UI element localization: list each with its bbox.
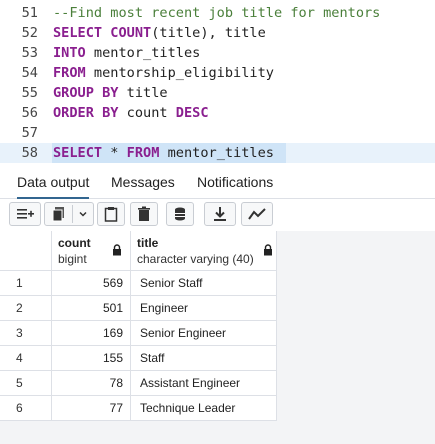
sql-keyword: ORDER BY xyxy=(53,105,127,121)
tab-data-output[interactable]: Data output xyxy=(17,173,90,199)
code-line[interactable]: 54 FROM mentorship_eligibility xyxy=(0,63,435,83)
dropdown-chevron-icon[interactable] xyxy=(78,209,88,219)
sql-keyword: DESC xyxy=(175,105,209,121)
sql-identifier: (title), title xyxy=(151,25,266,41)
table-row[interactable]: 5 78 Assistant Engineer xyxy=(0,371,277,396)
data-toolbar xyxy=(0,199,435,231)
sql-identifier: * xyxy=(110,145,127,161)
delete-icon xyxy=(137,206,151,222)
cell-count[interactable]: 569 xyxy=(52,271,131,295)
sql-keyword: INTO xyxy=(53,45,94,61)
sql-keyword: SELECT xyxy=(53,25,111,41)
data-grid: count bigint title character varying (40… xyxy=(0,231,435,444)
table-row[interactable]: 2 501 Engineer xyxy=(0,296,277,321)
code-text: SELECT COUNT(title), title xyxy=(53,23,266,43)
code-line[interactable]: 57 xyxy=(0,123,435,143)
sql-keyword: COUNT xyxy=(110,25,152,41)
download-button[interactable] xyxy=(204,202,236,226)
code-line[interactable]: 55 GROUP BY title xyxy=(0,83,435,103)
line-number: 56 xyxy=(21,105,38,121)
line-number: 52 xyxy=(21,25,38,41)
delete-button[interactable] xyxy=(130,202,158,226)
code-line[interactable]: 58 SELECT * FROM mentor_titles xyxy=(0,143,435,163)
code-line[interactable]: 52 SELECT COUNT(title), title xyxy=(0,23,435,43)
column-header-title[interactable]: title character varying (40) xyxy=(131,231,277,271)
tab-messages[interactable]: Messages xyxy=(111,173,175,197)
save-data-icon xyxy=(172,206,188,222)
code-text: GROUP BY title xyxy=(53,83,168,103)
cell-title[interactable]: Technique Leader xyxy=(131,396,277,420)
copy-button[interactable] xyxy=(44,202,94,226)
add-row-icon xyxy=(15,206,35,222)
sql-editor[interactable]: 51 --Find most recent job title for mento… xyxy=(0,0,435,166)
sql-comment: --Find most recent job title for mentors xyxy=(53,5,381,21)
sql-identifier: title xyxy=(126,85,168,101)
graph-icon xyxy=(248,207,266,221)
grid-corner-cell[interactable] xyxy=(0,231,52,271)
cell-count[interactable]: 155 xyxy=(52,346,131,370)
cell-count[interactable]: 77 xyxy=(52,396,131,420)
line-number: 54 xyxy=(21,65,38,81)
table-row[interactable]: 1 569 Senior Staff xyxy=(0,271,277,296)
line-number: 53 xyxy=(21,45,38,61)
lock-icon xyxy=(263,243,273,261)
save-data-button[interactable] xyxy=(166,202,194,226)
results-table: count bigint title character varying (40… xyxy=(0,231,277,421)
sql-identifier: mentor_titles xyxy=(93,45,201,61)
cell-title[interactable]: Engineer xyxy=(131,296,277,320)
line-number: 58 xyxy=(21,145,38,161)
lock-icon xyxy=(112,243,122,261)
sql-keyword: FROM xyxy=(126,145,168,161)
line-number: 55 xyxy=(21,85,38,101)
paste-icon xyxy=(104,206,118,222)
line-number: 57 xyxy=(21,125,38,141)
table-row[interactable]: 4 155 Staff xyxy=(0,346,277,371)
code-text: INTO mentor_titles xyxy=(53,43,200,63)
sql-keyword: SELECT xyxy=(53,145,111,161)
download-icon xyxy=(213,206,227,222)
cell-count[interactable]: 501 xyxy=(52,296,131,320)
code-text: FROM mentorship_eligibility xyxy=(53,63,274,83)
row-number[interactable]: 5 xyxy=(0,371,52,395)
table-row[interactable]: 6 77 Technique Leader xyxy=(0,396,277,421)
row-number[interactable]: 1 xyxy=(0,271,52,295)
result-tabs: Data output Messages Notifications xyxy=(0,168,435,199)
cell-count[interactable]: 78 xyxy=(52,371,131,395)
column-name: count xyxy=(58,236,91,250)
copy-icon xyxy=(51,206,67,222)
sql-keyword: GROUP BY xyxy=(53,85,127,101)
row-number[interactable]: 4 xyxy=(0,346,52,370)
line-number: 51 xyxy=(21,5,38,21)
column-header-count[interactable]: count bigint xyxy=(52,231,131,271)
cell-title[interactable]: Assistant Engineer xyxy=(131,371,277,395)
row-number[interactable]: 6 xyxy=(0,396,52,420)
table-row[interactable]: 3 169 Senior Engineer xyxy=(0,321,277,346)
paste-button[interactable] xyxy=(97,202,125,226)
sql-identifier: count xyxy=(126,105,176,121)
code-text: ORDER BY count DESC xyxy=(53,103,209,123)
sql-identifier: mentor_titles xyxy=(167,145,274,161)
code-line[interactable]: 51 --Find most recent job title for mento… xyxy=(0,3,435,23)
tab-notifications[interactable]: Notifications xyxy=(197,173,273,197)
add-row-button[interactable] xyxy=(9,202,41,226)
cell-count[interactable]: 169 xyxy=(52,321,131,345)
sql-keyword: FROM xyxy=(53,65,94,81)
code-line[interactable]: 56 ORDER BY count DESC xyxy=(0,103,435,123)
cell-title[interactable]: Staff xyxy=(131,346,277,370)
column-type: character varying (40) xyxy=(137,252,254,266)
column-type: bigint xyxy=(58,252,87,266)
row-number[interactable]: 2 xyxy=(0,296,52,320)
cell-title[interactable]: Senior Staff xyxy=(131,271,277,295)
cell-title[interactable]: Senior Engineer xyxy=(131,321,277,345)
code-line[interactable]: 53 INTO mentor_titles xyxy=(0,43,435,63)
code-text: SELECT * FROM mentor_titles xyxy=(53,143,274,163)
column-name: title xyxy=(137,236,159,250)
row-number[interactable]: 3 xyxy=(0,321,52,345)
code-text: --Find most recent job title for mentors xyxy=(53,3,380,23)
sql-identifier: mentorship_eligibility xyxy=(93,65,274,81)
graph-visualiser-button[interactable] xyxy=(241,202,273,226)
